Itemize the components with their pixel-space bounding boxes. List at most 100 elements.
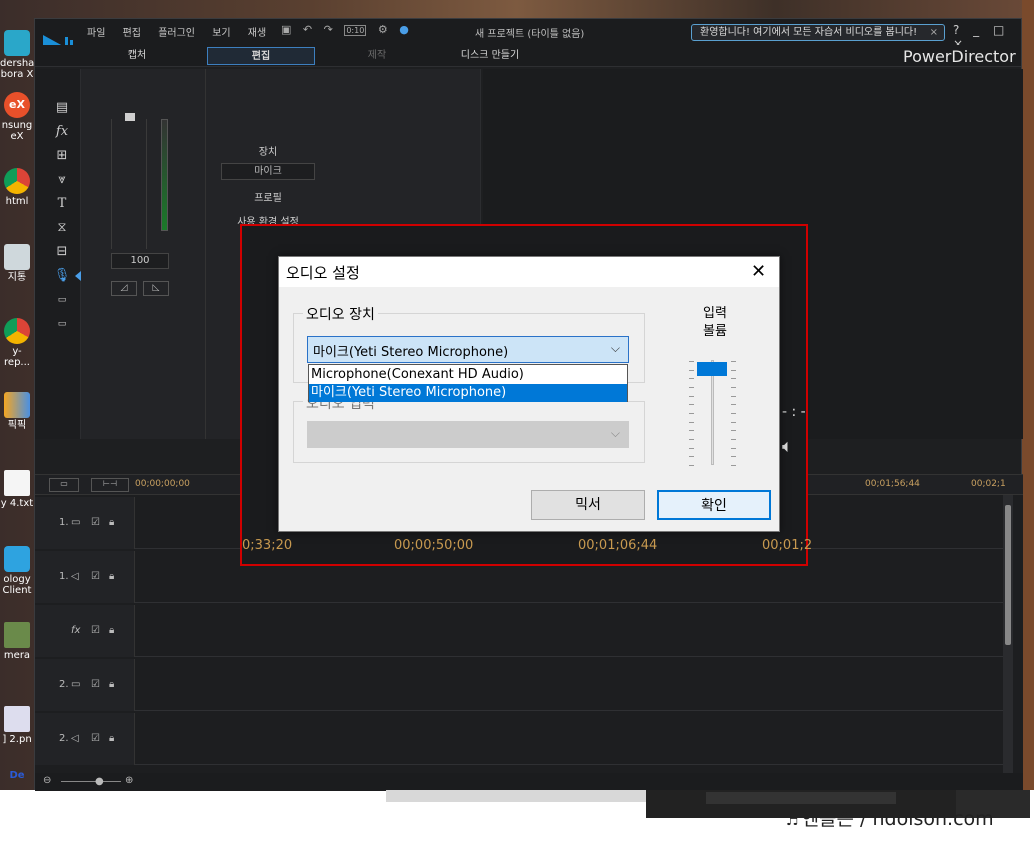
undo-icon[interactable]: ↶: [303, 23, 312, 36]
desktop-icon-label: html: [5, 196, 29, 207]
dialog-title: 오디오 설정: [279, 257, 779, 287]
subtitle-room-icon[interactable]: ▭: [53, 315, 71, 333]
track-enable-checkbox[interactable]: ☑: [91, 517, 100, 528]
fx-track-icon: fx: [71, 625, 81, 636]
menu-play[interactable]: 재생: [248, 28, 266, 39]
volume-slider-track[interactable]: [111, 119, 147, 249]
watermark-credit: ♬ 엔돌슨 / ndolson.com: [786, 804, 994, 831]
media-room-icon[interactable]: ▤: [53, 99, 71, 117]
slider-tick: [731, 378, 736, 380]
ok-button[interactable]: 확인: [657, 490, 771, 520]
track-audio-2: 2. ◁ ☑ 🔒︎: [35, 713, 1003, 765]
audio-device-dropdown[interactable]: 마이크(Yeti Stereo Microphone) ⌵: [307, 336, 629, 363]
volume-value-field[interactable]: 100: [111, 253, 169, 269]
dialog-close-icon[interactable]: ✕: [751, 261, 766, 282]
track-enable-checkbox[interactable]: ☑: [91, 625, 100, 636]
slider-tick: [689, 369, 694, 371]
audio-device-group-label: 오디오 장치: [303, 304, 378, 324]
menu-plugin[interactable]: 플러그인: [158, 28, 195, 39]
desktop-icon-recycle-bin[interactable]: 지통: [0, 244, 34, 283]
track-enable-checkbox[interactable]: ☑: [91, 571, 100, 582]
desktop-icon-camera[interactable]: mera: [0, 622, 34, 661]
desktop-icon-label: mera: [3, 650, 31, 661]
desktop-icon-chrome-rep[interactable]: y-rep...: [0, 318, 34, 368]
desktop-icon-picpick[interactable]: 픽픽: [0, 392, 34, 431]
slider-tick: [731, 456, 736, 458]
desktop-icon-label: y-rep...: [4, 346, 30, 368]
volume-speaker-icon[interactable]: 🔈︎: [782, 436, 793, 457]
lock-icon[interactable]: 🔒︎: [109, 571, 114, 582]
storyboard-view-icon[interactable]: ⊢⊣: [91, 478, 129, 492]
menu-file[interactable]: 파일: [87, 28, 105, 39]
desktop-icon-chrome-html[interactable]: html: [0, 168, 34, 207]
transition-room-icon[interactable]: ⧖: [53, 219, 71, 237]
welcome-close-icon[interactable]: ×: [930, 25, 938, 40]
tab-produce[interactable]: 제작: [347, 47, 407, 65]
device-field[interactable]: 마이크: [221, 163, 315, 180]
desktop-icon-textfile[interactable]: y 4.txt: [0, 470, 34, 509]
timeline-vertical-scrollbar[interactable]: [1003, 495, 1013, 775]
slider-tick: [689, 465, 694, 466]
slider-tick: [731, 369, 736, 371]
timeline-time-label: 00;01;06;44: [578, 538, 658, 553]
voiceover-microphone-icon[interactable]: 🎙: [53, 267, 81, 285]
fx-room-icon[interactable]: fx: [53, 123, 71, 141]
zoom-slider[interactable]: [61, 781, 121, 782]
fade-in-button[interactable]: ◿: [111, 281, 137, 296]
room-tool-column: ▤ fx ⊞ ⩔ T ⧖ ⊟ 🎙 ▭ ▭: [35, 69, 81, 439]
synology-icon: [4, 546, 30, 572]
tab-create-disc[interactable]: 디스크 만들기: [445, 47, 535, 65]
desktop-icon-synology[interactable]: ology Client: [0, 546, 34, 596]
lock-icon[interactable]: 🔒︎: [109, 625, 114, 636]
zoom-in-icon[interactable]: ⊕: [125, 775, 133, 786]
timeline-view-icon[interactable]: ▭: [49, 478, 79, 492]
zoom-out-icon[interactable]: ⊖: [43, 775, 51, 786]
tab-capture[interactable]: 캡처: [107, 47, 167, 65]
device-option-selected[interactable]: 마이크(Yeti Stereo Microphone): [309, 384, 627, 402]
dex-badge-text: eX: [9, 98, 25, 111]
menu-view[interactable]: 보기: [212, 28, 230, 39]
input-volume-thumb[interactable]: [697, 362, 727, 377]
notification-icon[interactable]: ●: [399, 23, 409, 36]
device-option[interactable]: Microphone(Conexant HD Audio): [309, 366, 627, 384]
mixer-button[interactable]: 믹서: [531, 490, 645, 520]
scroll-thumb[interactable]: [1005, 505, 1011, 645]
input-volume-label-line2: 볼륨: [703, 324, 727, 339]
slider-tick: [731, 465, 736, 466]
camera-image-icon: [4, 622, 30, 648]
desktop-icon-samsung[interactable]: eX nsung eX: [0, 92, 34, 142]
desktop-icon-png[interactable]: ] 2.pn: [0, 706, 34, 745]
title-room-icon[interactable]: T: [53, 195, 71, 213]
slider-tick: [731, 447, 736, 449]
pip-room-icon[interactable]: ⊞: [53, 147, 71, 165]
particle-room-icon[interactable]: ⩔: [53, 171, 71, 189]
lock-icon[interactable]: 🔒︎: [109, 517, 114, 528]
desktop-icon-label: ] 2.pn: [2, 734, 32, 745]
duration-display[interactable]: 0:10: [344, 25, 367, 36]
tab-edit[interactable]: 편집: [207, 47, 315, 65]
volume-slider-thumb[interactable]: [125, 113, 135, 121]
desktop-icon-wondershare[interactable]: dershare bora X: [0, 30, 44, 80]
audio-mixing-room-icon[interactable]: ⊟: [53, 243, 71, 261]
track-number: 1.: [59, 517, 69, 528]
slider-tick: [731, 421, 736, 423]
zoom-slider-thumb[interactable]: ●: [95, 776, 104, 787]
track-enable-checkbox[interactable]: ☑: [91, 733, 100, 744]
time-display: - : -: [782, 404, 806, 420]
settings-gear-icon[interactable]: ⚙: [378, 23, 388, 36]
slider-tick: [731, 430, 736, 432]
chapter-room-icon[interactable]: ▭: [53, 291, 71, 309]
lock-icon[interactable]: 🔒︎: [109, 679, 114, 690]
track-enable-checkbox[interactable]: ☑: [91, 679, 100, 690]
lock-icon[interactable]: 🔒︎: [109, 733, 114, 744]
redo-icon[interactable]: ↷: [324, 23, 333, 36]
desktop-icon-de[interactable]: De: [0, 770, 34, 781]
slider-tick: [689, 421, 694, 423]
track-header: 1. ▭ ☑ 🔒︎: [35, 497, 135, 549]
ruler-end: 00;02;1: [971, 479, 1006, 489]
menu-edit[interactable]: 편집: [123, 28, 141, 39]
save-icon[interactable]: ▣: [281, 23, 291, 36]
slider-tick: [731, 395, 736, 397]
welcome-banner[interactable]: 환영합니다! 여기에서 모든 자습서 비디오를 봅니다! ×: [691, 24, 945, 41]
fade-out-button[interactable]: ◺: [143, 281, 169, 296]
